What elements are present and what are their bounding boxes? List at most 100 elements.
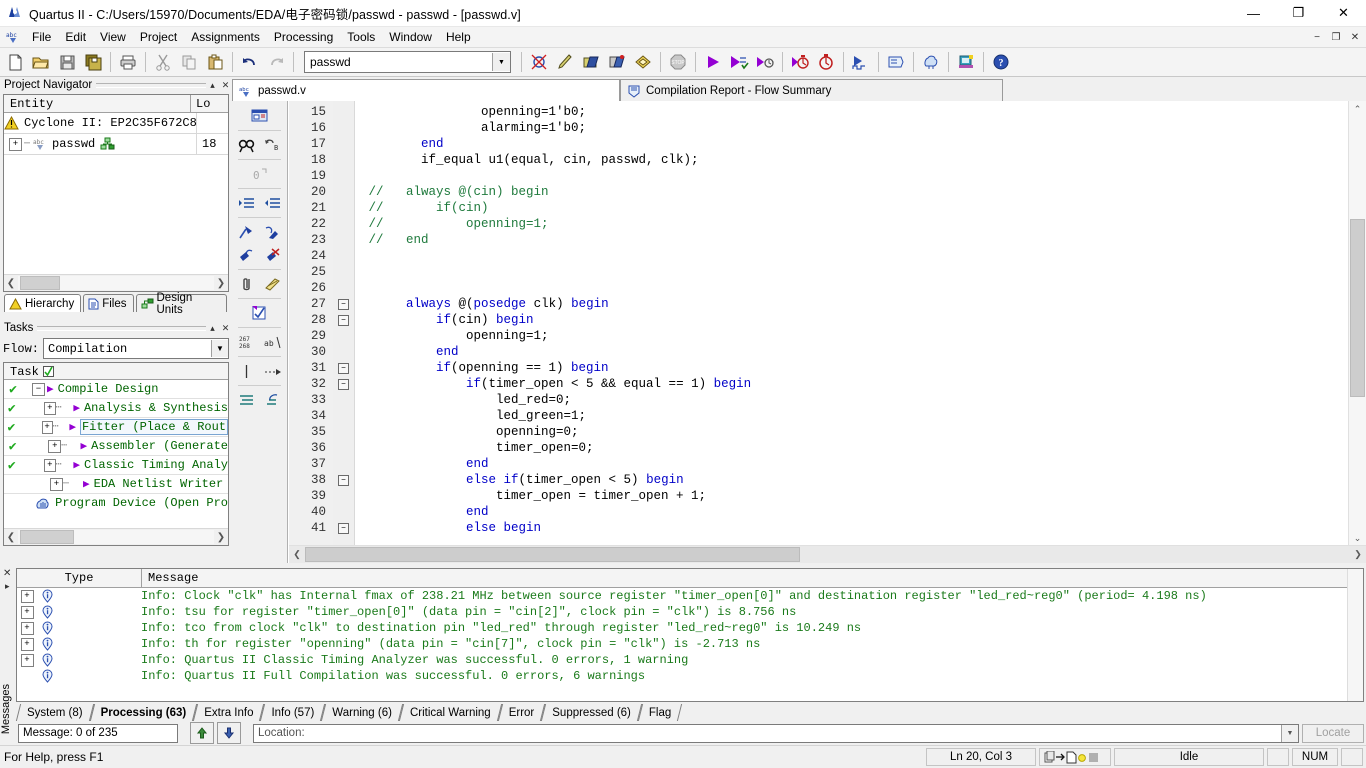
task-row[interactable]: Program Device (Open Pro <box>4 494 228 512</box>
column-task[interactable]: Task <box>4 363 228 379</box>
code-line[interactable]: end <box>355 456 1349 472</box>
expand-toggle-icon[interactable]: + <box>41 420 53 434</box>
messages-body[interactable]: + Info: Clock "clk" has Internal fmax of … <box>17 588 1363 701</box>
run-task-icon[interactable]: ▶ <box>45 382 58 396</box>
menu-processing[interactable]: Processing <box>267 28 340 46</box>
run-task-icon[interactable]: ▶ <box>81 477 94 491</box>
window-maximize-button[interactable]: ❐ <box>1276 0 1321 26</box>
code-line[interactable]: // end <box>355 232 1349 248</box>
rtl-viewer-icon[interactable] <box>884 50 908 74</box>
mdi-close-button[interactable]: ✕ <box>1346 28 1364 46</box>
fold-toggle-icon[interactable]: − <box>338 314 349 326</box>
code-line[interactable]: else if(timer_open < 5) begin <box>355 472 1349 488</box>
menu-edit[interactable]: Edit <box>58 28 93 46</box>
scroll-right-arrow-icon[interactable]: ❯ <box>214 530 228 544</box>
paste-icon[interactable] <box>203 50 227 74</box>
column-type[interactable]: Type <box>17 569 142 587</box>
decrease-indent-icon[interactable] <box>261 192 285 214</box>
msgtab-flag[interactable]: Flag <box>637 704 683 721</box>
fold-cell[interactable]: − <box>333 296 354 312</box>
hscroll-thumb[interactable] <box>20 530 74 544</box>
fold-cell[interactable]: − <box>333 376 354 392</box>
msgtab-critical-warning[interactable]: Critical Warning <box>398 704 502 721</box>
flow-combo[interactable]: Compilation ▼ <box>43 338 229 359</box>
hscroll-thumb[interactable] <box>20 276 60 290</box>
scroll-right-arrow-icon[interactable]: ❯ <box>214 276 228 290</box>
messages-pin-button[interactable]: ▸ <box>5 581 10 592</box>
code-line[interactable]: if(timer_open < 5 && equal == 1) begin <box>355 376 1349 392</box>
attach-icon[interactable] <box>235 273 259 295</box>
goto-line-icon[interactable]: 0 <box>248 163 272 185</box>
insert-template-icon[interactable] <box>248 105 272 127</box>
comment-icon[interactable] <box>261 273 285 295</box>
scroll-down-arrow-icon[interactable]: ⌄ <box>1349 530 1366 546</box>
expand-toggle-icon[interactable]: + <box>48 439 62 453</box>
expand-toggle-icon[interactable]: + <box>17 637 37 651</box>
editor-vscrollbar[interactable]: ⌃ ⌄ <box>1348 101 1366 546</box>
check-syntax-icon[interactable] <box>248 302 272 324</box>
message-row[interactable]: + Info: tco from clock "clk" to destinati… <box>17 620 1363 636</box>
print-icon[interactable] <box>116 50 140 74</box>
code-area[interactable]: 15 16 17 18 19 20 21 22 23 24 25 26 27 28 29 30 31 32 33 34… <box>289 101 1349 546</box>
msgtab-info[interactable]: Info (57) <box>260 704 326 721</box>
start-compilation-icon[interactable] <box>701 50 725 74</box>
fold-toggle-icon[interactable]: − <box>338 474 349 486</box>
programmer-icon[interactable] <box>849 50 873 74</box>
message-row[interactable]: + Info: tsu for register "timer_open[0]" … <box>17 604 1363 620</box>
message-row[interactable]: + Info: Clock "clk" has Internal fmax of … <box>17 588 1363 604</box>
timing-analyzer-tool-icon[interactable] <box>788 50 812 74</box>
tasks-close-button[interactable]: ✕ <box>219 322 232 335</box>
code-line[interactable]: end <box>355 344 1349 360</box>
task-row[interactable]: ✔ + ⋯ ▶ Analysis & Synthesis <box>4 399 228 418</box>
window-minimize-button[interactable]: — <box>1231 0 1276 26</box>
fold-cell[interactable]: − <box>333 360 354 376</box>
fold-column[interactable]: − − − − − − <box>333 101 355 546</box>
messages-table[interactable]: Type Message + Info: Clock "clk" has Inte… <box>16 568 1364 702</box>
msgtab-suppressed[interactable]: Suppressed (6) <box>541 704 642 721</box>
assembler-icon[interactable] <box>605 50 629 74</box>
tasks-hscrollbar[interactable]: ❮ ❯ <box>4 528 228 545</box>
find-icon[interactable] <box>235 134 259 156</box>
code-line[interactable]: if_equal u1(equal, cin, passwd, clk); <box>355 152 1349 168</box>
table-row[interactable]: Cyclone II: EP2C35F672C8 <box>4 113 228 134</box>
open-file-icon[interactable] <box>29 50 53 74</box>
start-timing-icon[interactable] <box>753 50 777 74</box>
hscroll-track[interactable] <box>18 530 214 544</box>
hscroll-track[interactable] <box>18 276 214 290</box>
fold-cell[interactable]: − <box>333 312 354 328</box>
task-column-check-icon[interactable] <box>42 366 54 377</box>
start-analysis-elaboration-icon[interactable] <box>727 50 751 74</box>
classic-timing-icon[interactable] <box>814 50 838 74</box>
expand-toggle-icon[interactable]: + <box>9 137 22 151</box>
menu-assignments[interactable]: Assignments <box>184 28 267 46</box>
table-row[interactable]: + ⋯ abc passwd 18 <box>4 134 228 155</box>
menu-project[interactable]: Project <box>133 28 184 46</box>
window-close-button[interactable]: ✕ <box>1321 0 1366 26</box>
program-device-icon[interactable] <box>35 497 50 510</box>
column-lo[interactable]: Lo <box>191 95 228 112</box>
code-line[interactable]: openning=1'b0; <box>355 104 1349 120</box>
messages-vscrollbar[interactable] <box>1347 569 1363 701</box>
scroll-left-arrow-icon[interactable]: ❮ <box>4 530 18 544</box>
expand-toggle-icon[interactable]: + <box>17 621 37 635</box>
bookmark-next-icon[interactable] <box>261 221 285 243</box>
find-replace-icon[interactable]: B <box>261 134 285 156</box>
fold-cell[interactable]: − <box>333 472 354 488</box>
fold-toggle-icon[interactable]: − <box>338 362 349 374</box>
code-line[interactable]: // if(cin) <box>355 200 1349 216</box>
code-editor[interactable]: 15 16 17 18 19 20 21 22 23 24 25 26 27 28 29 30 31 32 33 34… <box>288 101 1366 563</box>
increase-indent-icon[interactable] <box>235 192 259 214</box>
scroll-right-arrow-icon[interactable]: ❯ <box>1350 547 1366 563</box>
project-navigator-collapse-button[interactable]: ▴ <box>206 79 219 92</box>
task-row[interactable]: ✔ + ⋯ ▶ Fitter (Place & Rout <box>4 418 228 437</box>
code-line[interactable]: led_red=0; <box>355 392 1349 408</box>
tab-compilation-report[interactable]: Compilation Report - Flow Summary <box>620 79 1003 102</box>
project-navigator-hscrollbar[interactable]: ❮ ❯ <box>4 274 228 291</box>
menu-tools[interactable]: Tools <box>340 28 382 46</box>
code-line[interactable] <box>355 248 1349 264</box>
menu-file[interactable]: File <box>25 28 58 46</box>
message-row[interactable]: Info: Quartus II Full Compilation was su… <box>17 668 1363 684</box>
pin-planner-icon[interactable] <box>954 50 978 74</box>
menu-view[interactable]: View <box>93 28 133 46</box>
column-entity[interactable]: Entity <box>4 95 191 112</box>
